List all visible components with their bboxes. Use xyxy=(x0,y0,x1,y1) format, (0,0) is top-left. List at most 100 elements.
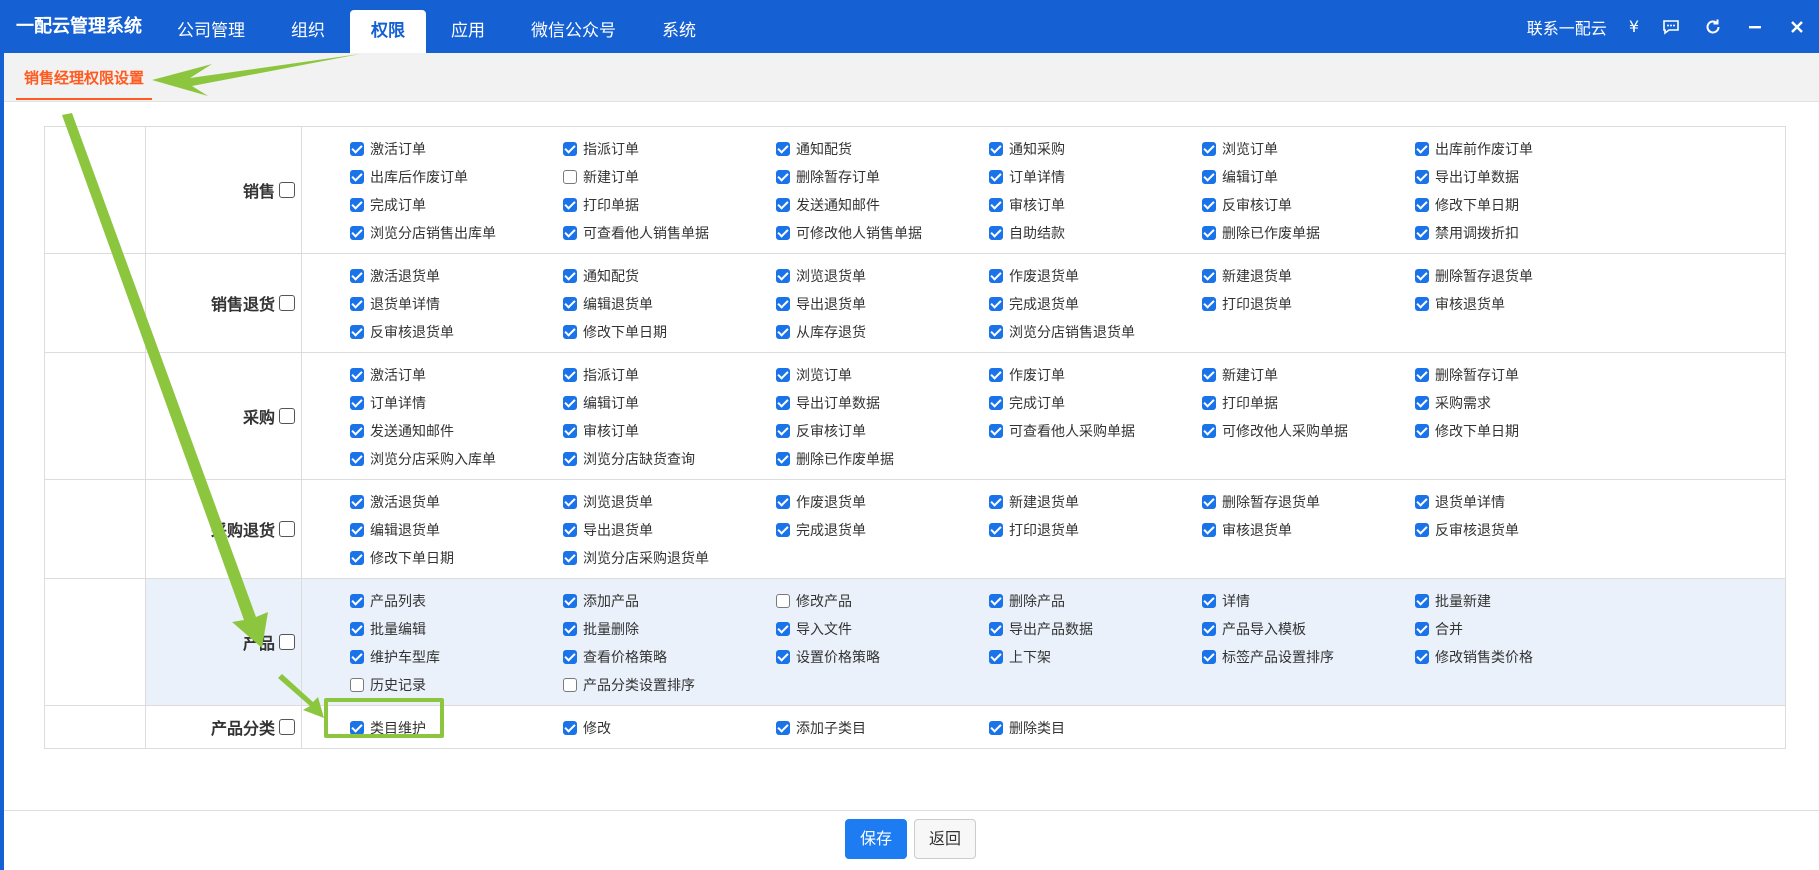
permission-checkbox[interactable] xyxy=(776,452,790,466)
permission-checkbox[interactable] xyxy=(563,297,577,311)
permission-checkbox[interactable] xyxy=(1415,198,1429,212)
permission-item[interactable]: 审核退货单 xyxy=(1202,519,1415,541)
permission-item[interactable]: 发送通知邮件 xyxy=(776,194,989,216)
minimize-icon[interactable] xyxy=(1745,17,1765,37)
contact-link[interactable]: 联系一配云 xyxy=(1527,15,1607,39)
permission-checkbox[interactable] xyxy=(776,269,790,283)
permission-checkbox[interactable] xyxy=(776,198,790,212)
permission-checkbox[interactable] xyxy=(350,495,364,509)
permission-checkbox[interactable] xyxy=(1415,269,1429,283)
permission-item[interactable]: 审核订单 xyxy=(989,194,1202,216)
permission-item[interactable]: 审核退货单 xyxy=(1415,293,1628,315)
permission-item[interactable]: 激活退货单 xyxy=(350,491,563,513)
group-select-all-checkbox[interactable] xyxy=(279,295,295,311)
group-select-all-checkbox[interactable] xyxy=(279,634,295,650)
permission-item[interactable]: 从库存退货 xyxy=(776,321,989,343)
permission-checkbox[interactable] xyxy=(776,325,790,339)
permission-checkbox[interactable] xyxy=(776,424,790,438)
permission-item[interactable]: 打印单据 xyxy=(563,194,776,216)
permission-checkbox[interactable] xyxy=(1202,170,1216,184)
permission-checkbox[interactable] xyxy=(350,297,364,311)
permission-checkbox[interactable] xyxy=(350,650,364,664)
nav-tab[interactable]: 系统 xyxy=(641,10,717,53)
permission-checkbox[interactable] xyxy=(989,269,1003,283)
permission-item[interactable]: 维护车型库 xyxy=(350,646,563,668)
permission-checkbox[interactable] xyxy=(1415,368,1429,382)
permission-item[interactable]: 完成退货单 xyxy=(776,519,989,541)
permission-item[interactable]: 反审核退货单 xyxy=(350,321,563,343)
permission-checkbox[interactable] xyxy=(563,650,577,664)
permission-checkbox[interactable] xyxy=(776,297,790,311)
permission-checkbox[interactable] xyxy=(1202,297,1216,311)
permission-item[interactable]: 浏览分店采购入库单 xyxy=(350,448,563,470)
permission-checkbox[interactable] xyxy=(1202,523,1216,537)
permission-item[interactable]: 删除已作废单据 xyxy=(1202,222,1415,244)
permission-checkbox[interactable] xyxy=(776,170,790,184)
nav-tab[interactable]: 组织 xyxy=(270,10,346,53)
nav-tab[interactable]: 微信公众号 xyxy=(510,10,637,53)
permission-item[interactable]: 订单详情 xyxy=(350,392,563,414)
permission-checkbox[interactable] xyxy=(1415,226,1429,240)
permission-item[interactable]: 标签产品设置排序 xyxy=(1202,646,1415,668)
permission-checkbox[interactable] xyxy=(350,142,364,156)
permission-item[interactable]: 作废退货单 xyxy=(989,265,1202,287)
permission-checkbox[interactable] xyxy=(350,396,364,410)
permission-checkbox[interactable] xyxy=(1415,396,1429,410)
permission-item[interactable]: 完成订单 xyxy=(350,194,563,216)
permission-item[interactable]: 自助结款 xyxy=(989,222,1202,244)
permission-item[interactable]: 订单详情 xyxy=(989,166,1202,188)
permission-checkbox[interactable] xyxy=(1202,594,1216,608)
permission-item[interactable]: 可修改他人采购单据 xyxy=(1202,420,1415,442)
permission-item[interactable]: 浏览订单 xyxy=(776,364,989,386)
permission-item[interactable]: 添加产品 xyxy=(563,590,776,612)
permission-checkbox[interactable] xyxy=(563,523,577,537)
permission-checkbox[interactable] xyxy=(563,721,577,735)
permission-item[interactable]: 打印退货单 xyxy=(1202,293,1415,315)
permission-item[interactable]: 删除暂存订单 xyxy=(1415,364,1628,386)
permission-item[interactable]: 浏览退货单 xyxy=(776,265,989,287)
permission-checkbox[interactable] xyxy=(989,594,1003,608)
permission-item[interactable]: 激活订单 xyxy=(350,138,563,160)
permission-checkbox[interactable] xyxy=(989,142,1003,156)
permission-item[interactable]: 修改下单日期 xyxy=(563,321,776,343)
permission-item[interactable]: 浏览分店销售出库单 xyxy=(350,222,563,244)
permission-item[interactable]: 导出退货单 xyxy=(776,293,989,315)
permission-item[interactable]: 发送通知邮件 xyxy=(350,420,563,442)
back-button[interactable]: 返回 xyxy=(914,819,977,859)
nav-tab[interactable]: 权限 xyxy=(350,10,426,53)
permission-checkbox[interactable] xyxy=(1202,622,1216,636)
permission-checkbox[interactable] xyxy=(1202,269,1216,283)
permission-item[interactable]: 导出订单数据 xyxy=(1415,166,1628,188)
permission-item[interactable]: 添加子类目 xyxy=(776,717,989,739)
permission-checkbox[interactable] xyxy=(1415,650,1429,664)
permission-item[interactable]: 产品导入模板 xyxy=(1202,618,1415,640)
permission-checkbox[interactable] xyxy=(1202,396,1216,410)
permission-item[interactable]: 修改下单日期 xyxy=(1415,194,1628,216)
permission-item[interactable]: 新建订单 xyxy=(1202,364,1415,386)
permission-checkbox[interactable] xyxy=(1415,142,1429,156)
group-select-all-checkbox[interactable] xyxy=(279,408,295,424)
permission-item[interactable]: 查看价格策略 xyxy=(563,646,776,668)
permission-checkbox[interactable] xyxy=(563,325,577,339)
group-select-all-checkbox[interactable] xyxy=(279,719,295,735)
permission-item[interactable]: 完成退货单 xyxy=(989,293,1202,315)
permission-checkbox[interactable] xyxy=(350,678,364,692)
permission-item[interactable]: 作废退货单 xyxy=(776,491,989,513)
permission-checkbox[interactable] xyxy=(1202,368,1216,382)
permission-checkbox[interactable] xyxy=(1202,198,1216,212)
permission-checkbox[interactable] xyxy=(350,594,364,608)
permission-checkbox[interactable] xyxy=(1202,495,1216,509)
permission-checkbox[interactable] xyxy=(989,622,1003,636)
permission-checkbox[interactable] xyxy=(1415,523,1429,537)
permission-item[interactable]: 通知配货 xyxy=(563,265,776,287)
permission-checkbox[interactable] xyxy=(350,452,364,466)
permission-checkbox[interactable] xyxy=(1415,424,1429,438)
permission-item[interactable]: 指派订单 xyxy=(563,138,776,160)
permission-checkbox[interactable] xyxy=(989,424,1003,438)
permission-item[interactable]: 浏览分店销售退货单 xyxy=(989,321,1202,343)
permission-checkbox[interactable] xyxy=(350,325,364,339)
permission-item[interactable]: 产品列表 xyxy=(350,590,563,612)
permission-checkbox[interactable] xyxy=(989,297,1003,311)
permission-checkbox[interactable] xyxy=(563,269,577,283)
permission-item[interactable]: 新建订单 xyxy=(563,166,776,188)
